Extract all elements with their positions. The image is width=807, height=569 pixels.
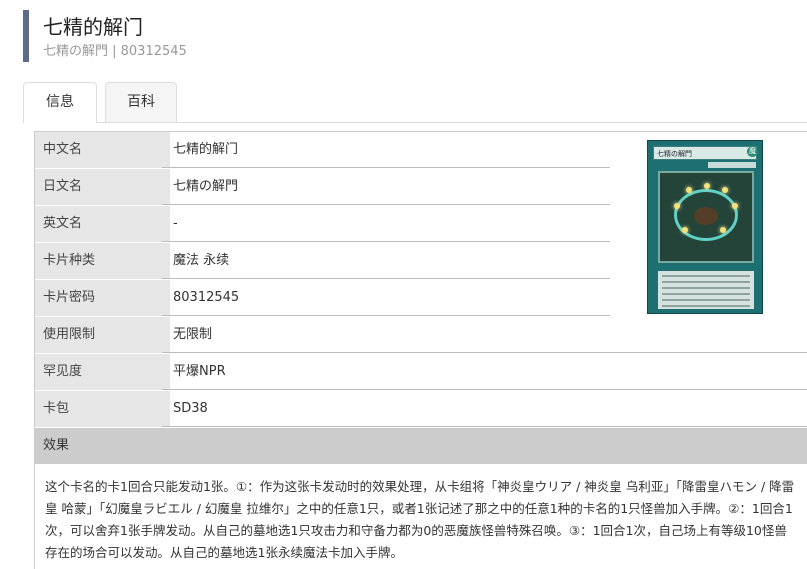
- field-value: 80312545: [162, 280, 610, 316]
- field-value: 七精の解門: [162, 169, 610, 205]
- field-label: 卡片种类: [35, 243, 170, 280]
- card-artwork: [658, 171, 754, 263]
- field-label: 英文名: [35, 206, 170, 243]
- field-label: 卡片密码: [35, 280, 170, 317]
- card-attribute-icon: 魔: [747, 146, 758, 157]
- card-image: 七精の解門 魔: [647, 140, 763, 314]
- card-type-bar: [708, 162, 756, 168]
- field-value: 无限制: [162, 317, 807, 353]
- field-label: 使用限制: [35, 317, 170, 354]
- tab-info[interactable]: 信息: [23, 82, 97, 123]
- page-header: 七精的解门 七精の解門 | 80312545: [23, 10, 187, 62]
- field-value: 七精的解门: [162, 132, 610, 168]
- field-label: 中文名: [35, 132, 170, 169]
- art-light: [722, 187, 728, 193]
- effect-heading: 效果: [35, 428, 807, 464]
- art-light: [682, 227, 688, 233]
- field-label: 日文名: [35, 169, 170, 206]
- card-info-panel: 中文名 七精的解门 日文名 七精の解門 英文名 - 卡片种类 魔法 永续 卡片密…: [34, 131, 807, 569]
- page-subtitle: 七精の解門 | 80312545: [43, 44, 187, 59]
- field-label: 罕见度: [35, 354, 170, 391]
- art-light: [704, 183, 710, 189]
- art-light: [674, 203, 680, 209]
- field-value: -: [162, 206, 610, 242]
- art-gate: [694, 207, 718, 225]
- tab-bar: 信息 百科: [23, 82, 807, 123]
- field-value: 平爆NPR: [162, 354, 807, 390]
- field-value: SD38: [162, 391, 807, 427]
- field-label: 卡包: [35, 391, 170, 428]
- tab-wiki[interactable]: 百科: [105, 82, 177, 122]
- effect-text: 这个卡名的卡1回合只能发动1张。①：作为这张卡发动时的效果处理，从卡组将「神炎皇…: [35, 464, 807, 564]
- art-light: [732, 203, 738, 209]
- card-text-box: [658, 271, 754, 309]
- page-title: 七精的解门: [43, 15, 143, 39]
- art-light: [720, 227, 726, 233]
- field-value: 魔法 永续: [162, 243, 610, 279]
- art-light: [686, 187, 692, 193]
- card-image-name: 七精の解門: [653, 146, 757, 160]
